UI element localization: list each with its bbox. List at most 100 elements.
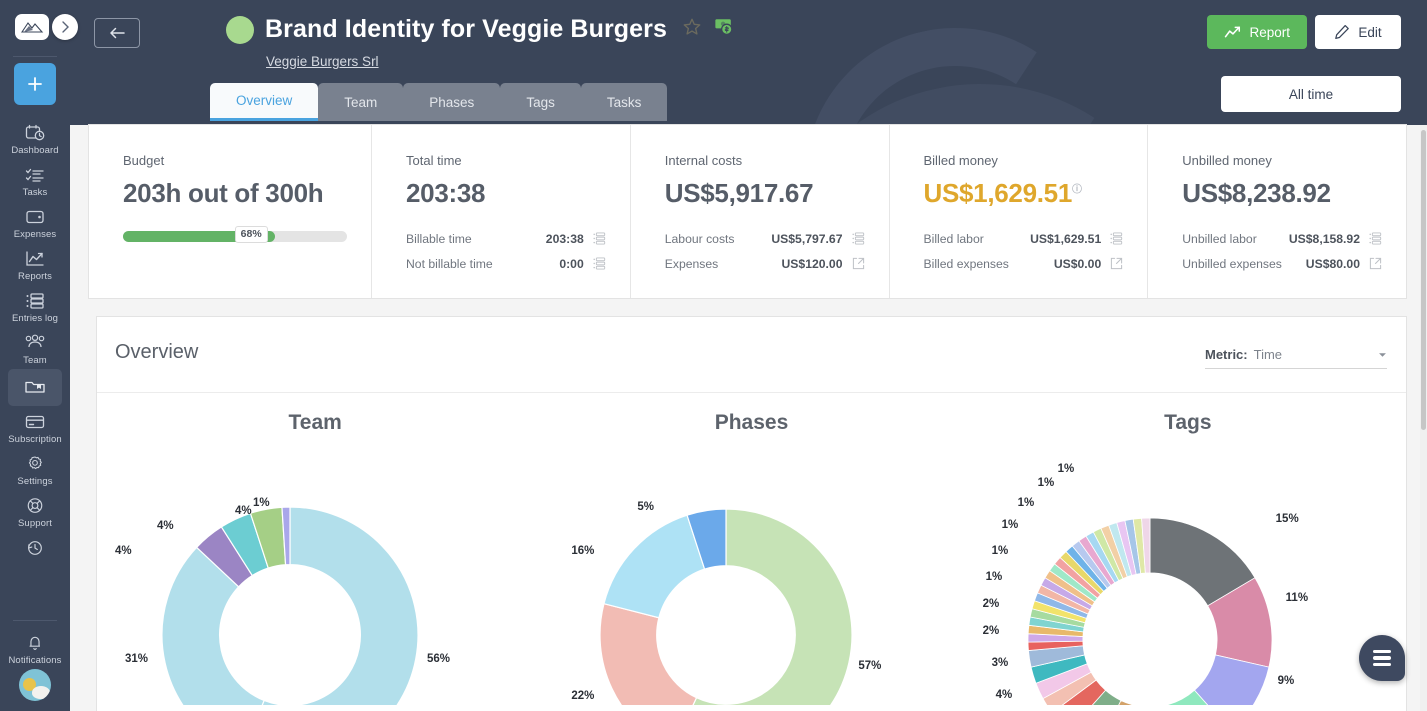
donut-percent-label: 9%	[1277, 675, 1295, 687]
stat-row-value: 203:38	[545, 231, 584, 246]
team-donut-chart[interactable]: 56% 31% 4% 4% 4% 1%	[97, 435, 533, 705]
sidebar-divider	[13, 56, 57, 57]
external-link-icon[interactable]	[852, 257, 865, 270]
project-color-dot	[226, 15, 254, 44]
dashboard-icon	[23, 122, 47, 144]
page-scrollbar-thumb[interactable]	[1421, 130, 1426, 430]
stat-row-value: US$0.00	[1053, 256, 1102, 271]
mountain-logo-icon[interactable]	[15, 14, 49, 40]
entries-list-icon[interactable]	[593, 232, 606, 245]
tab-tasks[interactable]: Tasks	[580, 83, 668, 121]
chart-title: Phases	[714, 411, 789, 434]
tab-phases[interactable]: Phases	[403, 83, 501, 121]
history-clock-icon	[23, 537, 47, 559]
entries-list-icon[interactable]	[851, 232, 865, 245]
donut-percent-label: 1%	[985, 571, 1003, 583]
phases-donut-chart[interactable]: 57% 22% 16% 5%	[533, 435, 969, 705]
stat-row-key: Labour costs	[664, 231, 735, 246]
people-icon	[23, 332, 47, 354]
sidebar-item-label: Tasks	[22, 187, 48, 198]
donut-slice[interactable]	[603, 514, 706, 619]
donut-percent-label: 4%	[235, 505, 252, 517]
stat-total-time: Total time 203:38 Billable time 203:38 N…	[371, 125, 630, 298]
sidebar-item-reports[interactable]: Reports	[0, 243, 70, 285]
stat-rows: Billable time 203:38 Not billable time 0…	[406, 226, 606, 276]
date-range-button[interactable]: All time	[1221, 76, 1401, 112]
stat-row-value: US$8,158.92	[1288, 231, 1360, 246]
entries-list-icon[interactable]	[593, 257, 606, 270]
stat-row-value: US$120.00	[781, 256, 843, 271]
money-billable-icon[interactable]	[713, 17, 735, 42]
chevron-right-icon	[62, 21, 69, 33]
sidebar-item-settings[interactable]: Settings	[0, 448, 70, 490]
back-button[interactable]	[94, 18, 140, 48]
external-link-icon[interactable]	[1369, 257, 1382, 270]
donut-slice[interactable]	[599, 602, 698, 705]
donut-svg	[1027, 517, 1273, 705]
sidebar-item-team[interactable]: Team	[0, 327, 70, 369]
stat-label: Billed money	[923, 153, 998, 168]
fab-line	[1373, 649, 1391, 654]
donut-percent-label: 4%	[995, 689, 1013, 701]
report-button-label: Report	[1249, 24, 1290, 40]
chart-line-icon	[23, 248, 47, 270]
sidebar-item-label: Notifications	[8, 655, 62, 666]
donut-percent-label: 31%	[125, 653, 149, 665]
chat-menu-icon[interactable]	[1359, 635, 1405, 681]
entries-list-icon[interactable]	[1110, 232, 1123, 245]
sidebar-item-expenses[interactable]: Expenses	[0, 201, 70, 243]
sidebar-item-notifications[interactable]: Notifications	[0, 627, 70, 669]
stats-card: Budget 203h out of 300h 68% Total time 2…	[88, 124, 1407, 299]
donut-percent-label: 2%	[982, 598, 1000, 610]
stat-value: 203:38	[406, 178, 486, 208]
overview-title: Overview	[115, 341, 199, 363]
stat-row-key: Billed expenses	[923, 256, 1009, 271]
stat-value: US$5,917.67	[664, 178, 814, 208]
page-title: Brand Identity for Veggie Burgers	[265, 15, 667, 43]
sidebar-item-tasks[interactable]: Tasks	[0, 159, 70, 201]
report-button[interactable]: Report	[1207, 15, 1307, 49]
stat-row-value: 0:00	[559, 256, 584, 271]
donut-percent-label: 1%	[1017, 497, 1035, 509]
stat-row-key: Not billable time	[406, 256, 493, 271]
sidebar-expand-button[interactable]	[52, 14, 78, 40]
stat-value: 203h out of 300h	[123, 178, 324, 208]
sidebar-item-projects[interactable]	[8, 369, 62, 406]
donut-percent-label: 1%	[1037, 477, 1055, 489]
metric-label: Metric:	[1205, 347, 1248, 362]
tab-tags[interactable]: Tags	[500, 83, 581, 121]
wallet-icon	[23, 206, 47, 228]
tab-overview[interactable]: Overview	[210, 83, 319, 121]
stat-value: US$8,238.92	[1182, 178, 1331, 208]
user-avatar[interactable]	[19, 669, 51, 701]
client-link[interactable]: Veggie Burgers Srl	[266, 54, 379, 69]
stat-rows: Labour costs US$5,797.67 Expenses US$120…	[665, 226, 865, 276]
tags-donut-chart[interactable]: 15%11%9%5%4%3%2%2%1%1%1%1%1%1%	[970, 435, 1406, 705]
donut-percent-label: 22%	[571, 690, 595, 702]
star-outline-icon[interactable]	[682, 17, 702, 42]
sidebar-item-subscription[interactable]: Subscription	[0, 406, 70, 448]
donut-percent-label: 16%	[571, 545, 595, 557]
sidebar-item-history[interactable]	[0, 532, 70, 563]
project-title-row: Brand Identity for Veggie Burgers	[226, 15, 735, 44]
stat-label: Budget	[123, 153, 165, 168]
sidebar-item-entries-log[interactable]: Entries log	[0, 285, 70, 327]
donut-percent-label: 1%	[1001, 519, 1019, 531]
tab-team[interactable]: Team	[318, 83, 404, 121]
metric-select[interactable]: Metric: Time	[1205, 341, 1387, 369]
info-circle-icon[interactable]: ⓘ	[1072, 184, 1082, 195]
add-button[interactable]	[14, 63, 56, 105]
entries-list-icon[interactable]	[1369, 232, 1382, 245]
sidebar-item-label: Expenses	[13, 229, 57, 240]
stat-billed-money: Billed money US$1,629.51ⓘ Billed labor U…	[888, 125, 1148, 298]
donut-percent-label: 57%	[858, 660, 882, 672]
external-link-icon[interactable]	[1110, 257, 1123, 270]
edit-button[interactable]: Edit	[1315, 15, 1401, 49]
stat-label: Internal costs	[664, 153, 743, 168]
tab-bar: Overview Team Phases Tags Tasks	[210, 83, 668, 121]
sidebar-item-support[interactable]: Support	[0, 490, 70, 532]
edit-button-label: Edit	[1358, 24, 1382, 40]
chevron-down-icon	[1379, 352, 1386, 357]
sidebar-item-dashboard[interactable]: Dashboard	[0, 117, 70, 159]
projects-folder-icon	[23, 376, 47, 398]
